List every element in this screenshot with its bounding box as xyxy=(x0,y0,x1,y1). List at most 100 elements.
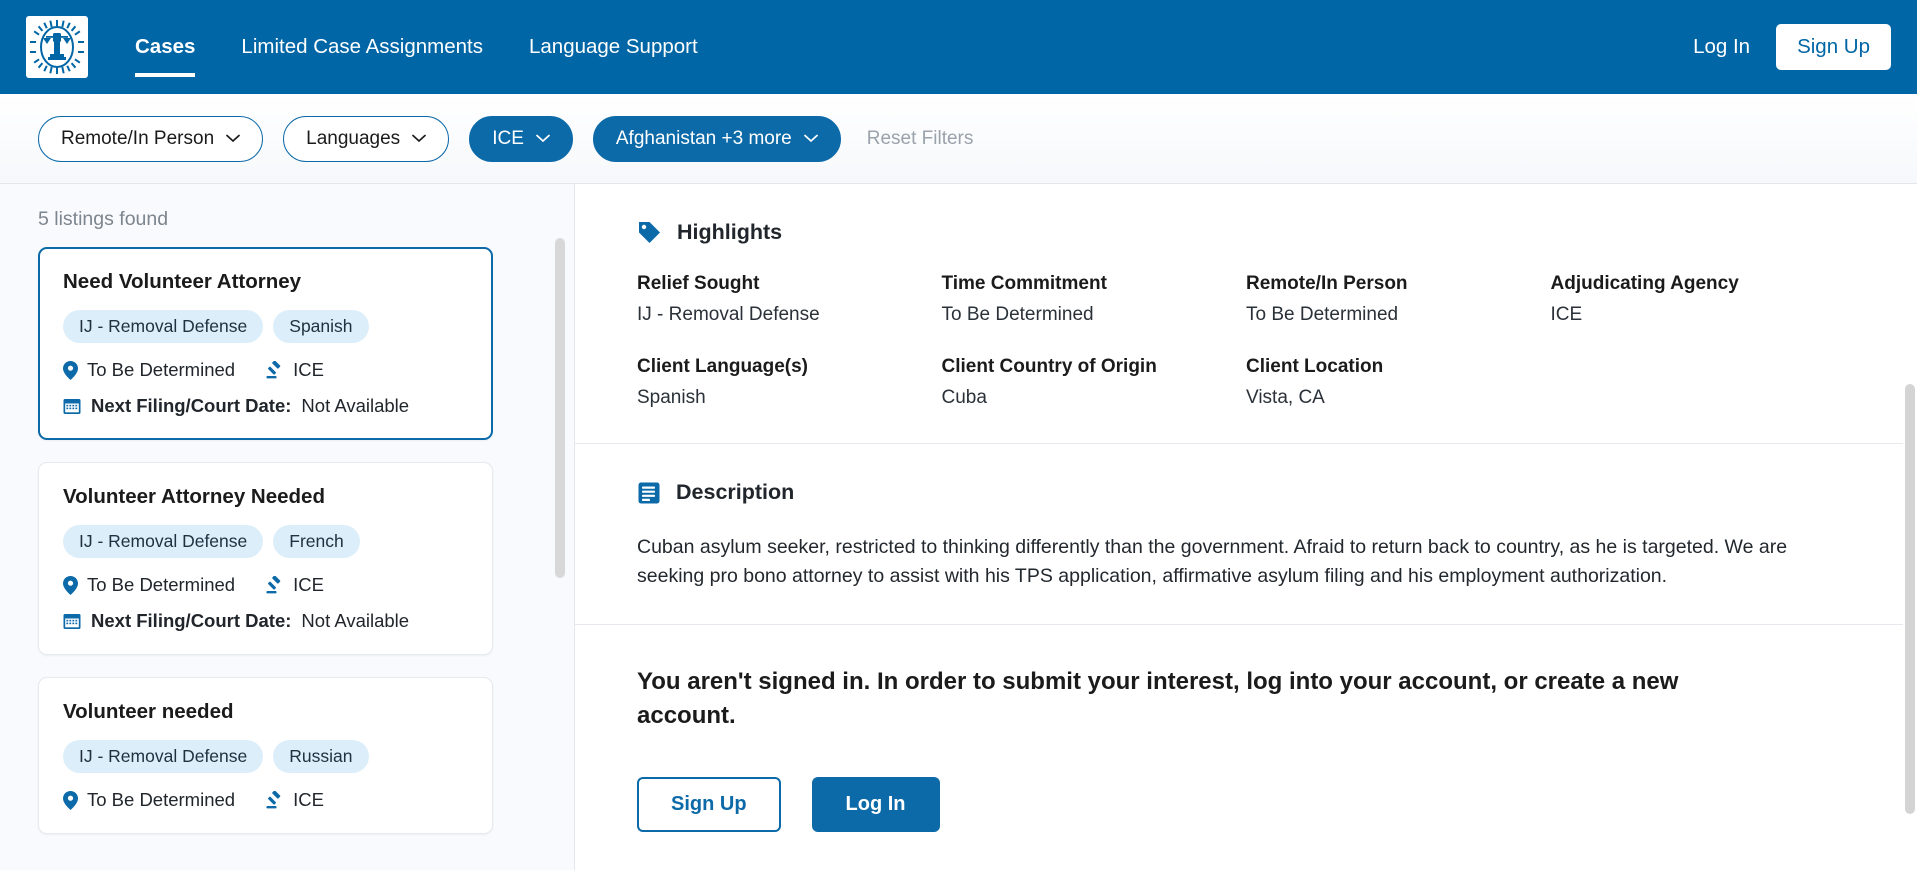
listing-card-meta: To Be Determined ICE xyxy=(63,789,468,811)
listing-date-label: Next Filing/Court Date: xyxy=(91,610,292,631)
gavel-icon xyxy=(266,575,281,593)
listing-date-label: Next Filing/Court Date: xyxy=(91,395,292,416)
highlight-field: Remote/In Person To Be Determined xyxy=(1246,273,1551,326)
highlight-value: Vista, CA xyxy=(1246,387,1325,408)
highlights-section: Highlights Relief Sought IJ - Removal De… xyxy=(575,184,1917,444)
header-signup-button[interactable]: Sign Up xyxy=(1776,24,1891,70)
filter-chip-label: Afghanistan +3 more xyxy=(615,127,792,149)
highlight-label: Relief Sought xyxy=(637,273,760,294)
listing-tag: French xyxy=(273,525,360,558)
listing-card[interactable]: Need Volunteer Attorney IJ - Removal Def… xyxy=(38,247,493,440)
page-scrollbar[interactable] xyxy=(1903,184,1917,870)
reset-filters-link[interactable]: Reset Filters xyxy=(867,128,974,150)
listing-card-tags: IJ - Removal Defense French xyxy=(63,525,468,558)
listings-sidebar: 5 listings found Need Volunteer Attorney… xyxy=(0,184,575,870)
highlight-field: Time Commitment To Be Determined xyxy=(942,273,1247,326)
signin-message: You aren't signed in. In order to submit… xyxy=(637,668,1679,730)
chevron-down-icon xyxy=(412,134,427,143)
listing-tag: IJ - Removal Defense xyxy=(63,310,264,343)
listing-location: To Be Determined xyxy=(87,359,236,380)
nav-item-label: Cases xyxy=(135,35,196,58)
highlight-label: Client Location xyxy=(1246,356,1384,377)
listing-card-tags: IJ - Removal Defense Russian xyxy=(63,740,468,773)
header-login-link[interactable]: Log In xyxy=(1693,35,1750,59)
top-navigation-bar: Cases Limited Case Assignments Language … xyxy=(0,0,1917,94)
main-nav: Cases Limited Case Assignments Language … xyxy=(112,0,721,94)
nav-item-limited-case-assignments[interactable]: Limited Case Assignments xyxy=(218,0,506,94)
highlight-field: Adjudicating Agency ICE xyxy=(1551,273,1856,326)
listing-card-title: Volunteer Attorney Needed xyxy=(63,485,325,508)
login-button[interactable]: Log In xyxy=(811,777,940,833)
listing-card-tags: IJ - Removal Defense Spanish xyxy=(63,310,468,343)
filter-chip-country[interactable]: Afghanistan +3 more xyxy=(592,115,841,162)
page-content: 5 listings found Need Volunteer Attorney… xyxy=(0,184,1917,870)
listing-tag: Spanish xyxy=(273,310,369,343)
listing-card[interactable]: Volunteer needed IJ - Removal Defense Ru… xyxy=(38,677,493,834)
listing-detail-panel: Highlights Relief Sought IJ - Removal De… xyxy=(575,184,1917,870)
signin-prompt-section: You aren't signed in. In order to submit… xyxy=(575,625,1917,862)
listing-card-meta: To Be Determined ICE xyxy=(63,574,468,596)
section-title: Description xyxy=(676,480,795,504)
listing-card-date: Next Filing/Court Date: Not Available xyxy=(63,395,468,417)
nav-item-cases[interactable]: Cases xyxy=(112,0,218,94)
sidebar-scrollbar-thumb[interactable] xyxy=(555,238,565,578)
highlight-value: To Be Determined xyxy=(941,304,1094,325)
highlight-field: Relief Sought IJ - Removal Defense xyxy=(637,273,942,326)
listing-tag: IJ - Removal Defense xyxy=(63,525,264,558)
listing-agency: ICE xyxy=(293,789,324,810)
description-text: Cuban asylum seeker, restricted to think… xyxy=(637,536,1788,587)
calendar-icon xyxy=(63,614,81,629)
nav-item-language-support[interactable]: Language Support xyxy=(506,0,721,94)
filter-chip-remote-in-person[interactable]: Remote/In Person xyxy=(38,115,264,162)
listing-card-title: Volunteer needed xyxy=(63,700,234,723)
listing-date-value: Not Available xyxy=(301,610,410,631)
listing-location: To Be Determined xyxy=(87,789,236,810)
listing-agency: ICE xyxy=(293,359,324,380)
highlight-value: Cuba xyxy=(941,387,987,408)
gavel-icon xyxy=(266,360,281,378)
sidebar-scrollbar[interactable] xyxy=(555,220,565,830)
description-section: Description Cuban asylum seeker, restric… xyxy=(575,444,1917,626)
listing-location: To Be Determined xyxy=(87,574,236,595)
highlight-label: Client Language(s) xyxy=(637,356,809,377)
tag-icon xyxy=(639,222,660,243)
filter-bar: Remote/In Person Languages ICE Afghanist… xyxy=(0,94,1917,184)
calendar-icon xyxy=(63,399,81,414)
highlight-field-empty xyxy=(1551,356,1856,409)
filter-chip-languages[interactable]: Languages xyxy=(283,115,450,162)
filter-chip-label: ICE xyxy=(492,127,524,149)
highlight-label: Remote/In Person xyxy=(1246,273,1408,294)
chevron-down-icon xyxy=(226,134,240,143)
page-scrollbar-thumb[interactable] xyxy=(1905,384,1915,814)
highlight-field: Client Location Vista, CA xyxy=(1246,356,1551,409)
document-icon xyxy=(638,482,660,503)
section-title: Highlights xyxy=(677,220,783,244)
gavel-icon xyxy=(266,790,281,808)
description-header: Description xyxy=(637,480,1855,505)
filter-chip-label: Remote/In Person xyxy=(61,127,215,149)
filter-chip-ice[interactable]: ICE xyxy=(469,115,573,162)
signup-button[interactable]: Sign Up xyxy=(637,777,781,833)
scales-of-justice-badge-logo[interactable] xyxy=(26,16,88,78)
highlight-value: Spanish xyxy=(637,387,706,408)
filter-chip-label: Languages xyxy=(306,127,401,149)
highlight-label: Adjudicating Agency xyxy=(1550,273,1739,294)
listing-card-title: Need Volunteer Attorney xyxy=(63,270,302,293)
nav-item-label: Limited Case Assignments xyxy=(241,35,483,58)
location-pin-icon xyxy=(63,790,78,810)
signin-actions: Sign Up Log In xyxy=(637,777,1855,833)
listing-card-date: Next Filing/Court Date: Not Available xyxy=(63,610,468,632)
listing-card[interactable]: Volunteer Attorney Needed IJ - Removal D… xyxy=(38,462,493,655)
location-pin-icon xyxy=(63,360,78,380)
highlight-label: Time Commitment xyxy=(941,273,1107,294)
nav-item-label: Language Support xyxy=(528,35,698,58)
listing-agency: ICE xyxy=(293,574,324,595)
highlight-value: IJ - Removal Defense xyxy=(637,304,820,325)
highlight-field: Client Language(s) Spanish xyxy=(637,356,942,409)
highlight-value: To Be Determined xyxy=(1246,304,1399,325)
chevron-down-icon xyxy=(536,134,550,143)
listing-date-value: Not Available xyxy=(301,395,410,416)
scales-of-justice-icon xyxy=(30,20,84,74)
listing-card-meta: To Be Determined ICE xyxy=(63,359,468,381)
listing-tag: Russian xyxy=(273,740,369,773)
